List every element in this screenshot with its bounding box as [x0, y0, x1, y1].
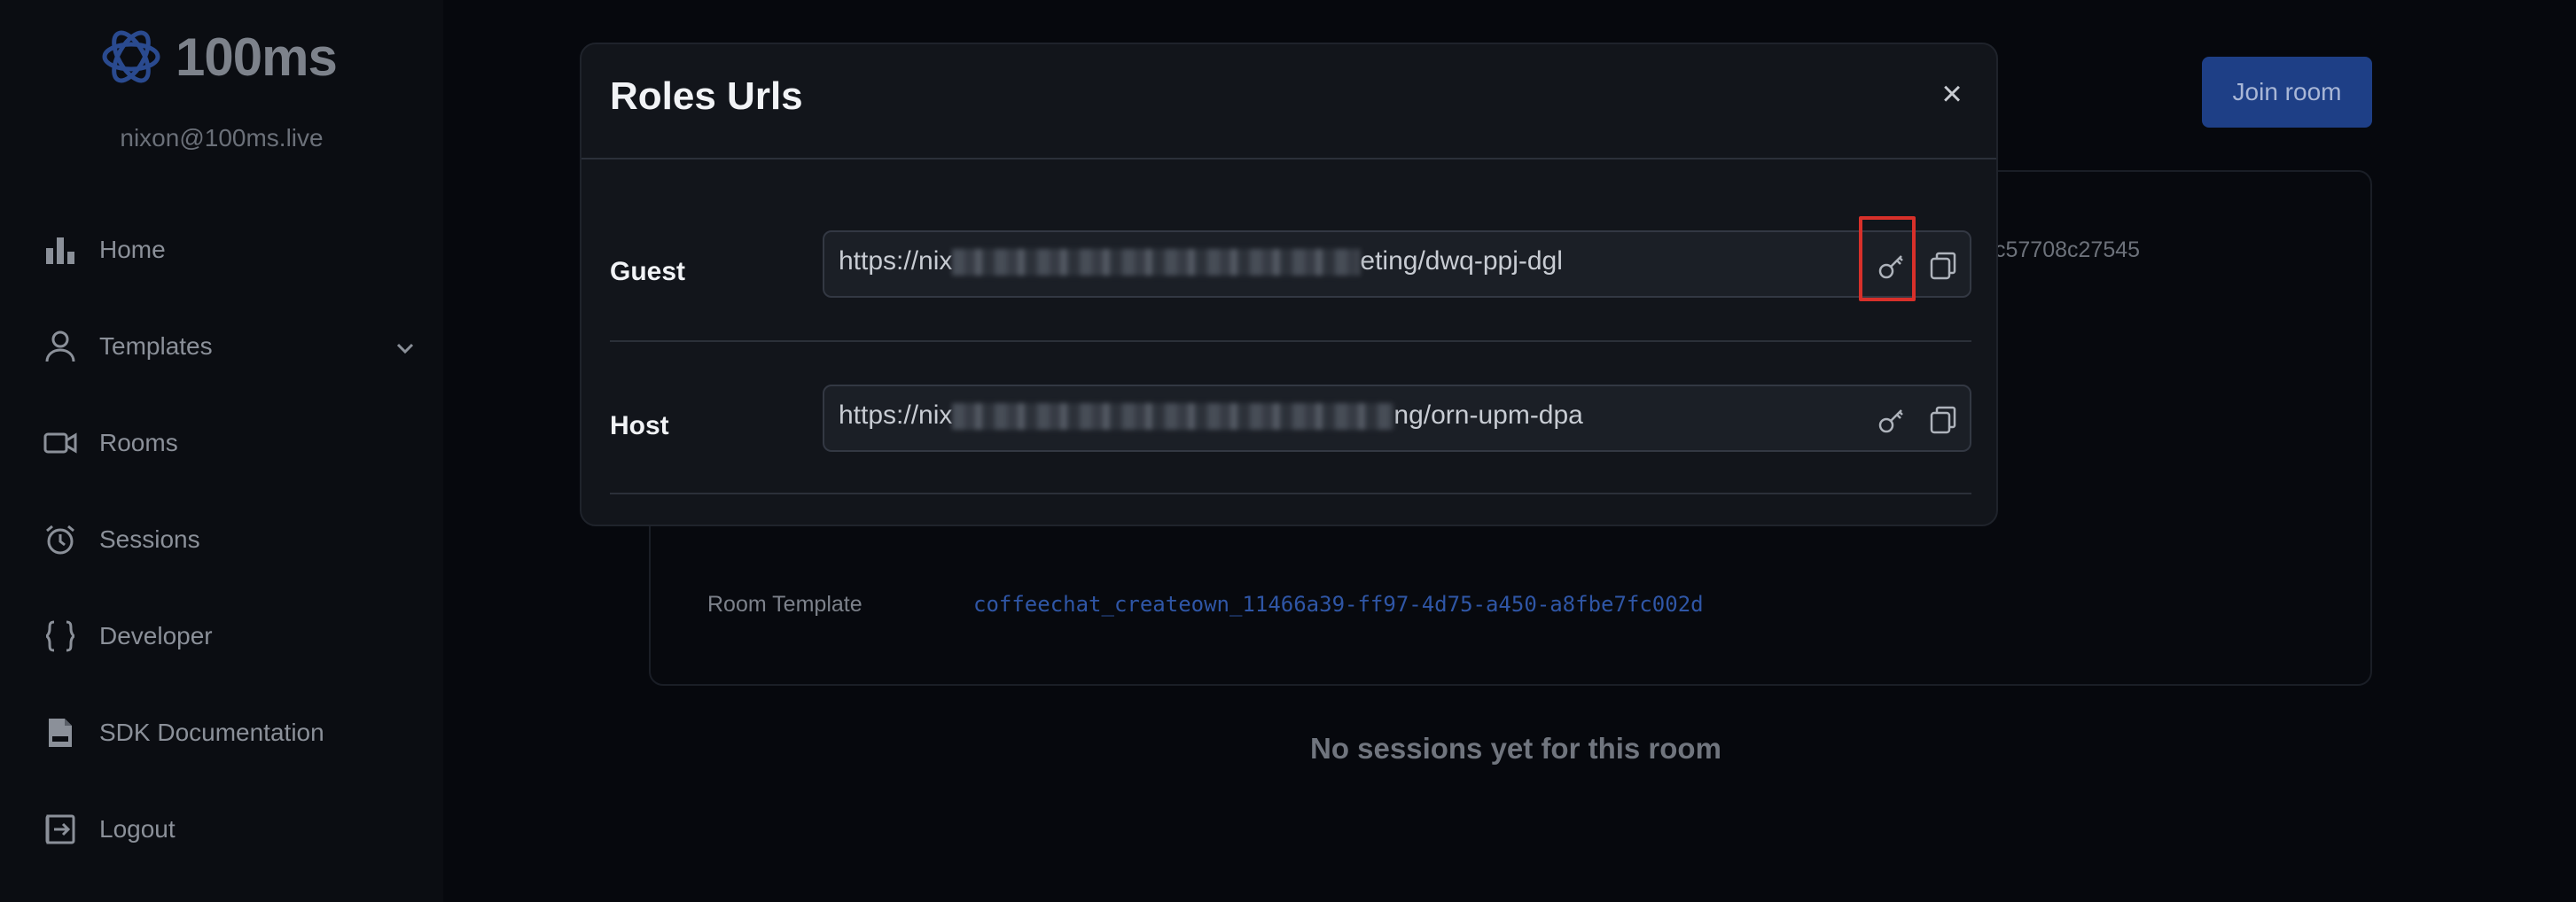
redacted-segment	[952, 249, 1361, 276]
sidebar-item-developer[interactable]: Developer	[43, 610, 415, 663]
sidebar-item-label: SDK Documentation	[99, 719, 324, 746]
highlight-box	[1859, 216, 1916, 301]
modal-title: Roles Urls	[610, 74, 803, 118]
sidebar-item-label: Sessions	[99, 525, 200, 553]
sidebar-item-sessions[interactable]: Sessions	[43, 513, 415, 566]
sidebar: 100ms nixon@100ms.live Home Templates Ro…	[0, 0, 443, 902]
role-url-text: https://nix eting/dwq-ppj-dgl	[839, 246, 1563, 276]
logout-icon	[43, 812, 78, 847]
sidebar-item-templates[interactable]: Templates	[43, 320, 415, 373]
user-icon	[43, 329, 78, 364]
copy-icon[interactable]	[1927, 404, 1959, 436]
no-sessions-message: No sessions yet for this room	[1310, 732, 1721, 765]
divider	[610, 493, 1971, 494]
sidebar-item-home[interactable]: Home	[43, 223, 415, 276]
logo-text: 100ms	[176, 27, 338, 87]
chevron-down-icon[interactable]	[395, 332, 415, 361]
role-url-field[interactable]: https://nix eting/dwq-ppj-dgl	[823, 230, 1971, 298]
sidebar-item-label: Developer	[99, 622, 213, 649]
copy-icon[interactable]	[1927, 250, 1959, 282]
role-url-field[interactable]: https://nix ng/orn-upm-dpa	[823, 385, 1971, 452]
divider	[582, 158, 1996, 159]
role-name: Host	[610, 411, 669, 440]
divider	[610, 340, 1971, 342]
sidebar-item-label: Rooms	[99, 429, 178, 456]
role-row-guest: Guest https://nix eting/dwq-ppj-dgl	[610, 230, 1971, 328]
redacted-segment	[952, 403, 1394, 431]
sidebar-item-label: Templates	[99, 332, 213, 360]
braces-icon	[43, 618, 78, 654]
close-icon[interactable]: ×	[1934, 74, 1970, 113]
sidebar-item-label: Home	[99, 236, 166, 263]
room-id-value: c57708c27545	[1994, 237, 2141, 262]
key-icon[interactable]	[1876, 404, 1908, 436]
user-email: nixon@100ms.live	[120, 124, 324, 152]
alarm-clock-icon	[43, 522, 78, 557]
video-icon	[43, 425, 78, 461]
doc-file-icon	[43, 715, 78, 750]
sidebar-item-sdk-documentation[interactable]: SDK Documentation	[43, 706, 415, 759]
sidebar-item-rooms[interactable]: Rooms	[43, 416, 415, 470]
sidebar-item-logout[interactable]: Logout	[43, 803, 415, 856]
logo-icon	[102, 30, 160, 83]
logo[interactable]: 100ms	[98, 23, 338, 90]
role-name: Guest	[610, 257, 686, 286]
join-room-button[interactable]: Join room	[2202, 57, 2372, 128]
role-url-text: https://nix ng/orn-upm-dpa	[839, 400, 1583, 431]
sidebar-item-label: Logout	[99, 815, 176, 843]
room-template-label: Room Template	[707, 592, 863, 617]
room-template-link[interactable]: coffeechat_createown_11466a39-ff97-4d75-…	[973, 592, 1704, 617]
bar-chart-icon	[43, 232, 78, 268]
roles-urls-modal: Roles Urls × Guest https://nix eting/dwq-…	[580, 43, 1998, 526]
role-row-host: Host https://nix ng/orn-upm-dpa	[610, 385, 1971, 482]
